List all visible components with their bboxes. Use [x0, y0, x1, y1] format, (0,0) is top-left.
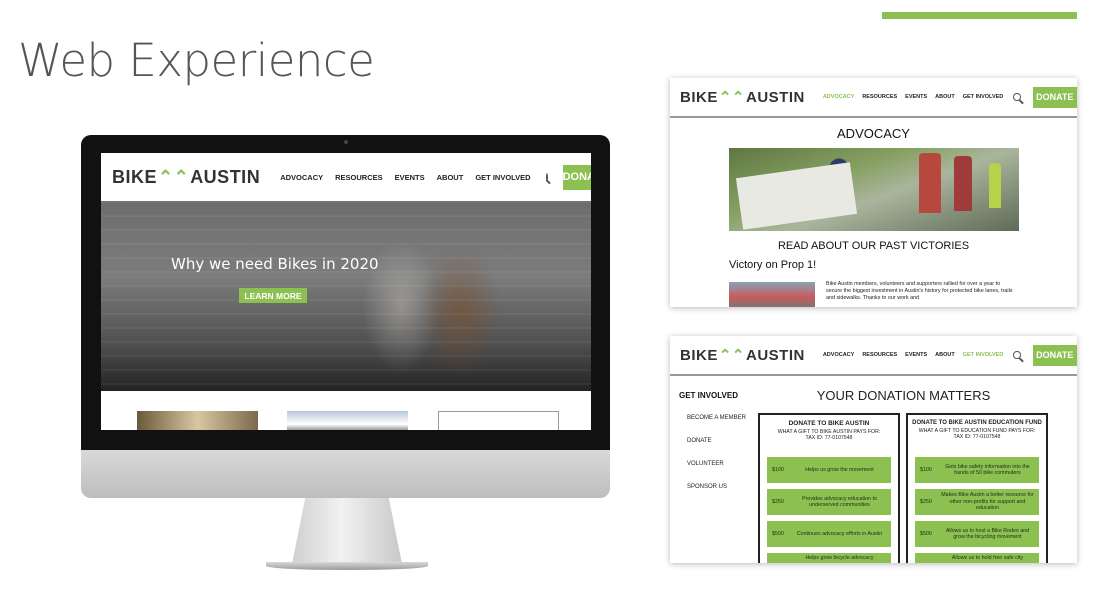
chevron-logo-icon: ⌃⌃	[718, 89, 745, 106]
donation-nav: BIKE ⌃⌃ AUSTIN ADVOCACY RESOURCES EVENTS A…	[670, 336, 1077, 376]
accent-bar	[882, 12, 1077, 19]
victory-title[interactable]: Victory on Prop 1!	[729, 259, 816, 271]
card-thumbnail[interactable]	[287, 411, 408, 430]
donation-page-screenshot: BIKE ⌃⌃ AUSTIN ADVOCACY RESOURCES EVENTS A…	[670, 336, 1077, 563]
donation-tier[interactable]: $500 Continues advocacy efforts in Austin	[767, 521, 891, 547]
nav-advocacy[interactable]: ADVOCACY	[823, 94, 854, 100]
column-title: DONATE TO BIKE AUSTIN EDUCATION FUND	[912, 420, 1042, 426]
nav-get-involved[interactable]: GET INVOLVED	[963, 94, 1004, 100]
donate-education-fund-column: DONATE TO BIKE AUSTIN EDUCATION FUND WHA…	[906, 413, 1048, 563]
imac-foot	[266, 562, 428, 570]
tax-id: TAX ID: 77-0107548	[805, 435, 853, 441]
bike-austin-logo[interactable]: BIKE ⌃⌃ AUSTIN	[680, 88, 805, 107]
desktop-nav: BIKE ⌃⌃ AUSTIN ADVOCACY RESOURCES EVENTS A…	[101, 153, 591, 201]
cyclist-figure	[919, 153, 941, 213]
search-icon[interactable]	[1013, 351, 1021, 359]
donate-button[interactable]: DONATE	[1032, 344, 1077, 366]
donation-tier[interactable]: $100 Gets bike safety information into th…	[915, 457, 1039, 483]
nav-about[interactable]: ABOUT	[437, 173, 464, 182]
nav-get-involved[interactable]: GET INVOLVED	[963, 352, 1004, 358]
nav-resources[interactable]: RESOURCES	[335, 173, 383, 182]
advocacy-page-screenshot: BIKE ⌃⌃ AUSTIN ADVOCACY RESOURCES EVENTS A…	[670, 78, 1077, 307]
sidebar-item-become-member[interactable]: BECOME A MEMBER	[687, 415, 746, 421]
chevron-logo-icon: ⌃⌃	[718, 347, 745, 364]
advocacy-photo	[729, 148, 1019, 231]
card-strip	[101, 391, 591, 430]
nav-advocacy[interactable]: ADVOCACY	[823, 352, 854, 358]
donate-button[interactable]: DONATE	[1032, 86, 1077, 108]
donation-tier[interactable]: Helps grow bicycle advocacy	[767, 553, 891, 563]
bike-austin-logo[interactable]: BIKE ⌃⌃ AUSTIN	[112, 167, 260, 188]
slide-title: Web Experience	[18, 34, 375, 87]
hero-banner: Why we need Bikes in 2020 LEARN MORE	[101, 201, 591, 391]
search-icon[interactable]	[1013, 93, 1021, 101]
tax-id: TAX ID: 77-0107548	[953, 434, 1001, 440]
chevron-logo-icon: ⌃⌃	[158, 166, 190, 187]
donation-heading: YOUR DONATION MATTERS	[816, 388, 991, 403]
search-icon[interactable]	[545, 172, 548, 182]
cyclist-figure	[954, 156, 972, 211]
donation-tier[interactable]: Allows us to hold free safe city	[915, 553, 1039, 563]
victory-thumbnail[interactable]	[729, 282, 815, 307]
card-thumbnail[interactable]	[438, 411, 559, 430]
bike-austin-logo[interactable]: BIKE ⌃⌃ AUSTIN	[680, 346, 805, 365]
nav-events[interactable]: EVENTS	[905, 352, 927, 358]
donation-tier[interactable]: $100 Helps us grow the movement	[767, 457, 891, 483]
sidebar-item-donate[interactable]: DONATE	[687, 438, 712, 444]
nav-events[interactable]: EVENTS	[395, 173, 425, 182]
imac-chin	[81, 450, 610, 498]
hero-title: Why we need Bikes in 2020	[171, 255, 379, 273]
donate-button[interactable]: DONATE	[562, 164, 591, 190]
past-victories-heading: READ ABOUT OUR PAST VICTORIES	[777, 240, 970, 252]
imac-stand	[292, 498, 402, 564]
learn-more-button[interactable]: LEARN MORE	[239, 288, 307, 303]
advocacy-heading: ADVOCACY	[837, 126, 910, 141]
donate-bike-austin-column: DONATE TO BIKE AUSTIN WHAT A GIFT TO BIK…	[758, 413, 900, 563]
nav-advocacy[interactable]: ADVOCACY	[280, 173, 323, 182]
donation-tier[interactable]: $250 Provides advocacy education to under…	[767, 489, 891, 515]
nav-about[interactable]: ABOUT	[935, 352, 955, 358]
nav-about[interactable]: ABOUT	[935, 94, 955, 100]
cyclist-figure	[989, 163, 1001, 208]
hero-photo	[101, 201, 591, 391]
protest-sign	[735, 162, 858, 230]
card-thumbnail[interactable]	[137, 411, 258, 430]
nav-resources[interactable]: RESOURCES	[862, 352, 897, 358]
donation-tier[interactable]: $250 Makes Bike Austin a better resource …	[915, 489, 1039, 515]
victory-text: Bike Austin members, volunteers and supp…	[826, 281, 1013, 302]
advocacy-nav: BIKE ⌃⌃ AUSTIN ADVOCACY RESOURCES EVENTS A…	[670, 78, 1077, 118]
sidebar-item-sponsor[interactable]: SPONSOR US	[687, 484, 727, 490]
nav-resources[interactable]: RESOURCES	[862, 94, 897, 100]
desktop-screen: BIKE ⌃⌃ AUSTIN ADVOCACY RESOURCES EVENTS A…	[101, 153, 591, 430]
camera-dot	[344, 140, 348, 144]
column-title: DONATE TO BIKE AUSTIN	[788, 420, 870, 427]
nav-events[interactable]: EVENTS	[905, 94, 927, 100]
donation-tier[interactable]: $500 Allows us to host a Bike Rodeo and g…	[915, 521, 1039, 547]
sidebar-item-volunteer[interactable]: VOLUNTEER	[687, 461, 724, 467]
nav-get-involved[interactable]: GET INVOLVED	[475, 173, 530, 182]
